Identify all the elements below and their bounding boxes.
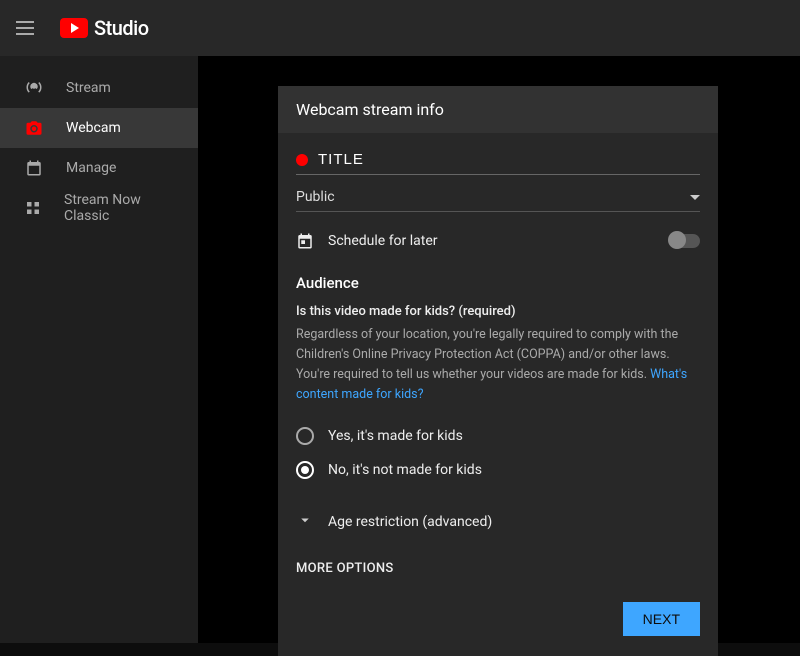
- title-input[interactable]: [318, 151, 700, 168]
- logo-text: Studio: [94, 16, 149, 40]
- title-field[interactable]: [296, 151, 700, 175]
- radio-label: Yes, it's made for kids: [328, 428, 463, 444]
- age-restriction-label: Age restriction (advanced): [328, 514, 492, 530]
- next-button[interactable]: NEXT: [623, 602, 700, 636]
- sidebar-item-label: Manage: [66, 160, 116, 176]
- visibility-select[interactable]: Public: [296, 175, 700, 212]
- sidebar-item-stream-now-classic[interactable]: Stream Now Classic: [0, 188, 198, 228]
- sidebar-item-label: Webcam: [66, 120, 121, 136]
- calendar-event-icon: [296, 232, 314, 250]
- record-dot-icon: [296, 154, 308, 166]
- sidebar-item-stream[interactable]: Stream: [0, 68, 198, 108]
- youtube-studio-logo[interactable]: Studio: [60, 16, 149, 40]
- sidebar-item-label: Stream: [66, 80, 111, 96]
- sidebar-item-manage[interactable]: Manage: [0, 148, 198, 188]
- calendar-icon: [24, 158, 44, 178]
- made-for-kids-question: Is this video made for kids? (required): [296, 304, 700, 319]
- sidebar-item-webcam[interactable]: Webcam: [0, 108, 198, 148]
- schedule-toggle[interactable]: [670, 234, 700, 248]
- menu-icon[interactable]: [16, 16, 40, 40]
- main-area: Webcam stream info Public Schedule for: [198, 56, 800, 643]
- radio-icon: [296, 427, 314, 445]
- radio-yes-kids[interactable]: Yes, it's made for kids: [296, 419, 700, 453]
- camera-icon: [24, 118, 44, 138]
- panel-title: Webcam stream info: [278, 86, 718, 133]
- audience-heading: Audience: [296, 274, 700, 292]
- radio-no-kids[interactable]: No, it's not made for kids: [296, 453, 700, 487]
- radio-label: No, it's not made for kids: [328, 462, 482, 478]
- youtube-play-icon: [60, 18, 88, 38]
- coppa-description: Regardless of your location, you're lega…: [296, 325, 700, 405]
- sidebar-item-label: Stream Now Classic: [64, 192, 174, 224]
- more-options-button[interactable]: MORE OPTIONS: [296, 561, 700, 576]
- radio-icon: [296, 461, 314, 479]
- age-restriction-expander[interactable]: Age restriction (advanced): [296, 511, 700, 533]
- chevron-down-icon: [296, 511, 314, 533]
- broadcast-icon: [24, 78, 44, 98]
- sidebar: Stream Webcam Manage Stream Now Classic: [0, 56, 198, 643]
- schedule-label: Schedule for later: [328, 233, 438, 249]
- visibility-value: Public: [296, 189, 335, 205]
- chevron-down-icon: [690, 195, 700, 200]
- stream-info-panel: Webcam stream info Public Schedule for: [278, 86, 718, 656]
- app-header: Studio: [0, 0, 800, 56]
- classic-stream-icon: [24, 198, 42, 218]
